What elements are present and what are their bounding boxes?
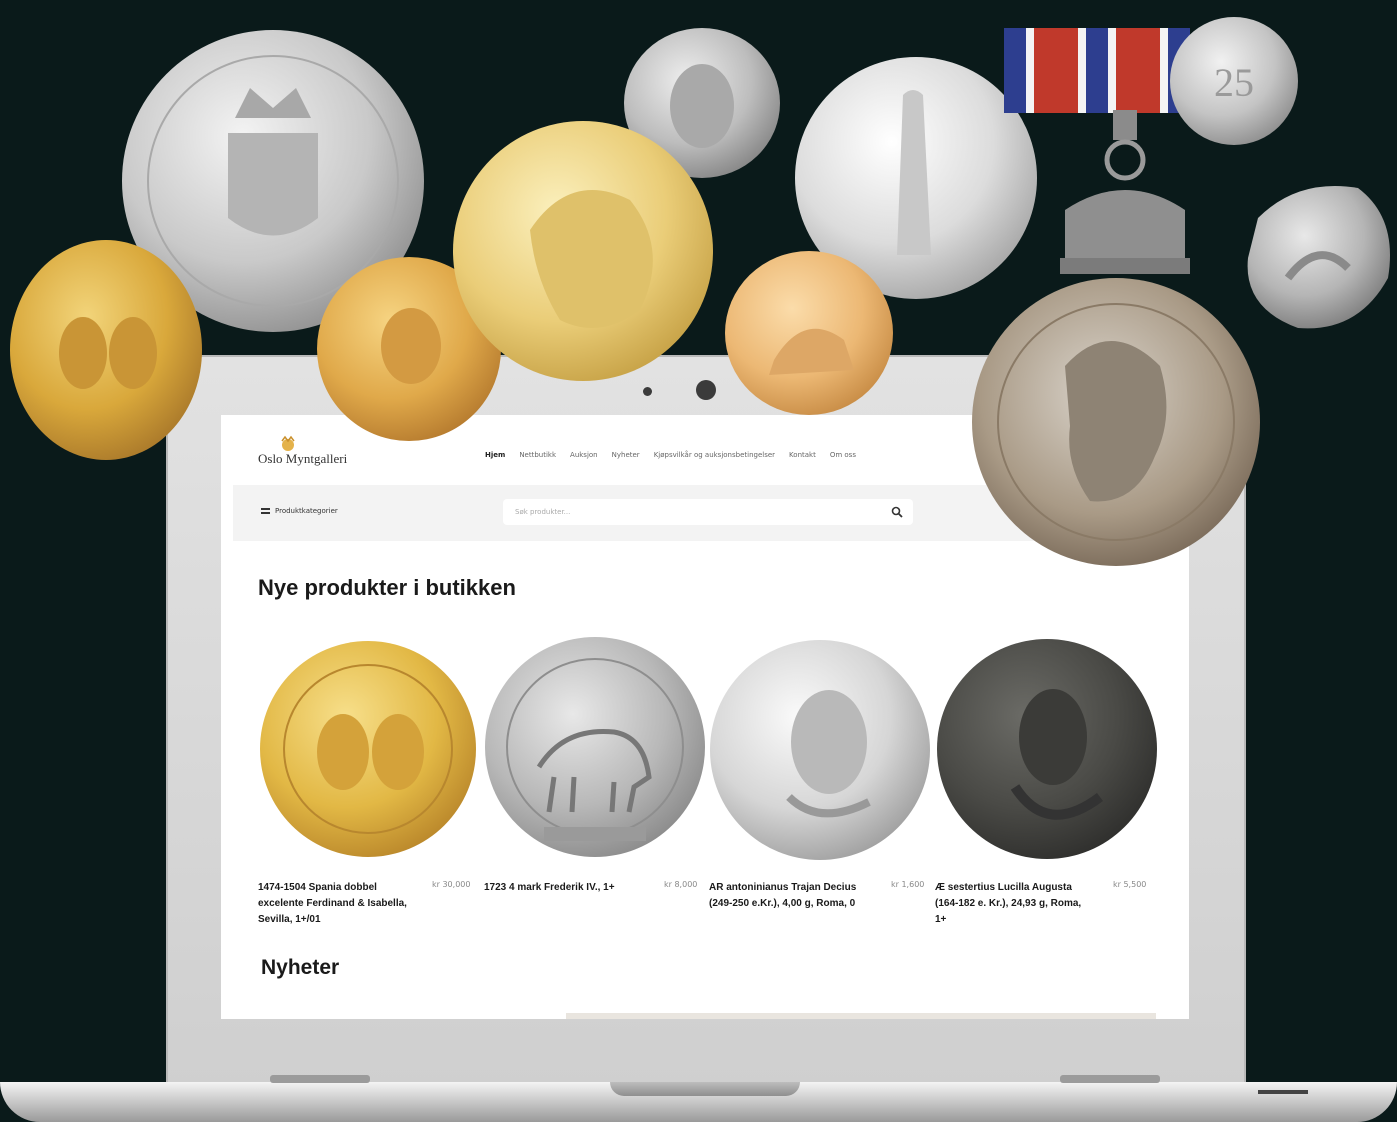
- product-image-gold-coin[interactable]: [258, 637, 478, 862]
- product-image-silver-coin[interactable]: [709, 637, 931, 862]
- nav-item-om-oss[interactable]: Om oss: [830, 451, 856, 459]
- nav-item-kjopsvilkar[interactable]: Kjøpsvilkår og auksjonsbetingelser: [654, 451, 775, 459]
- gold-excelente-coin: [10, 240, 202, 460]
- search-input[interactable]: Søk produkter...: [503, 499, 913, 525]
- nav-item-kontakt[interactable]: Kontakt: [789, 451, 816, 459]
- nav-item-nyheter[interactable]: Nyheter: [612, 451, 640, 459]
- gold-sovereign-coin: [725, 251, 893, 415]
- new-products-title: Nye produkter i butikken: [258, 575, 516, 600]
- news-preview-strip: [566, 1013, 1156, 1019]
- product-name[interactable]: 1474-1504 Spania dobbel excelente Ferdin…: [258, 880, 408, 928]
- product-image-bronze-coin[interactable]: [935, 637, 1159, 862]
- site-logo[interactable]: Oslo Myntgalleri: [258, 451, 347, 467]
- nav-item-nettbutikk[interactable]: Nettbutikk: [519, 451, 556, 459]
- product-price: kr 5,500: [1113, 880, 1147, 889]
- laptop-notch: [610, 1082, 800, 1096]
- main-nav: Hjem Nettbutikk Auksjon Nyheter Kjøpsvil…: [485, 451, 856, 459]
- product-image-silver-coin[interactable]: [484, 637, 706, 862]
- camera-lens: [696, 380, 716, 400]
- silver-medal-bearded-king: [972, 278, 1260, 566]
- laptop-hinge-left: [270, 1075, 370, 1083]
- search-icon[interactable]: [891, 506, 903, 518]
- nav-item-hjem[interactable]: Hjem: [485, 451, 505, 459]
- nav-item-auksjon[interactable]: Auksjon: [570, 451, 598, 459]
- gold-buffalo-coin: [453, 121, 713, 381]
- category-menu-button[interactable]: Produktkategorier: [261, 507, 338, 515]
- category-menu-label: Produktkategorier: [275, 507, 338, 515]
- laptop-indicator: [1258, 1090, 1308, 1094]
- product-price: kr 1,600: [891, 880, 925, 889]
- product-price: kr 8,000: [664, 880, 698, 889]
- product-name[interactable]: Æ sestertius Lucilla Augusta (164-182 e.…: [935, 880, 1095, 928]
- product-price: kr 30,000: [432, 880, 471, 889]
- product-name[interactable]: 1723 4 mark Frederik IV., 1+: [484, 880, 649, 896]
- silver-25-ore-coin: 25: [1170, 17, 1298, 145]
- camera-dot: [643, 387, 652, 396]
- news-title: Nyheter: [261, 956, 340, 979]
- svg-text:25: 25: [1214, 60, 1254, 105]
- laptop-hinge-right: [1060, 1075, 1160, 1083]
- hamburger-icon: [261, 508, 270, 514]
- search-placeholder: Søk produkter...: [515, 508, 571, 516]
- product-name[interactable]: AR antoninianus Trajan Decius (249-250 e…: [709, 880, 869, 912]
- medal-ribbon: [1004, 28, 1190, 113]
